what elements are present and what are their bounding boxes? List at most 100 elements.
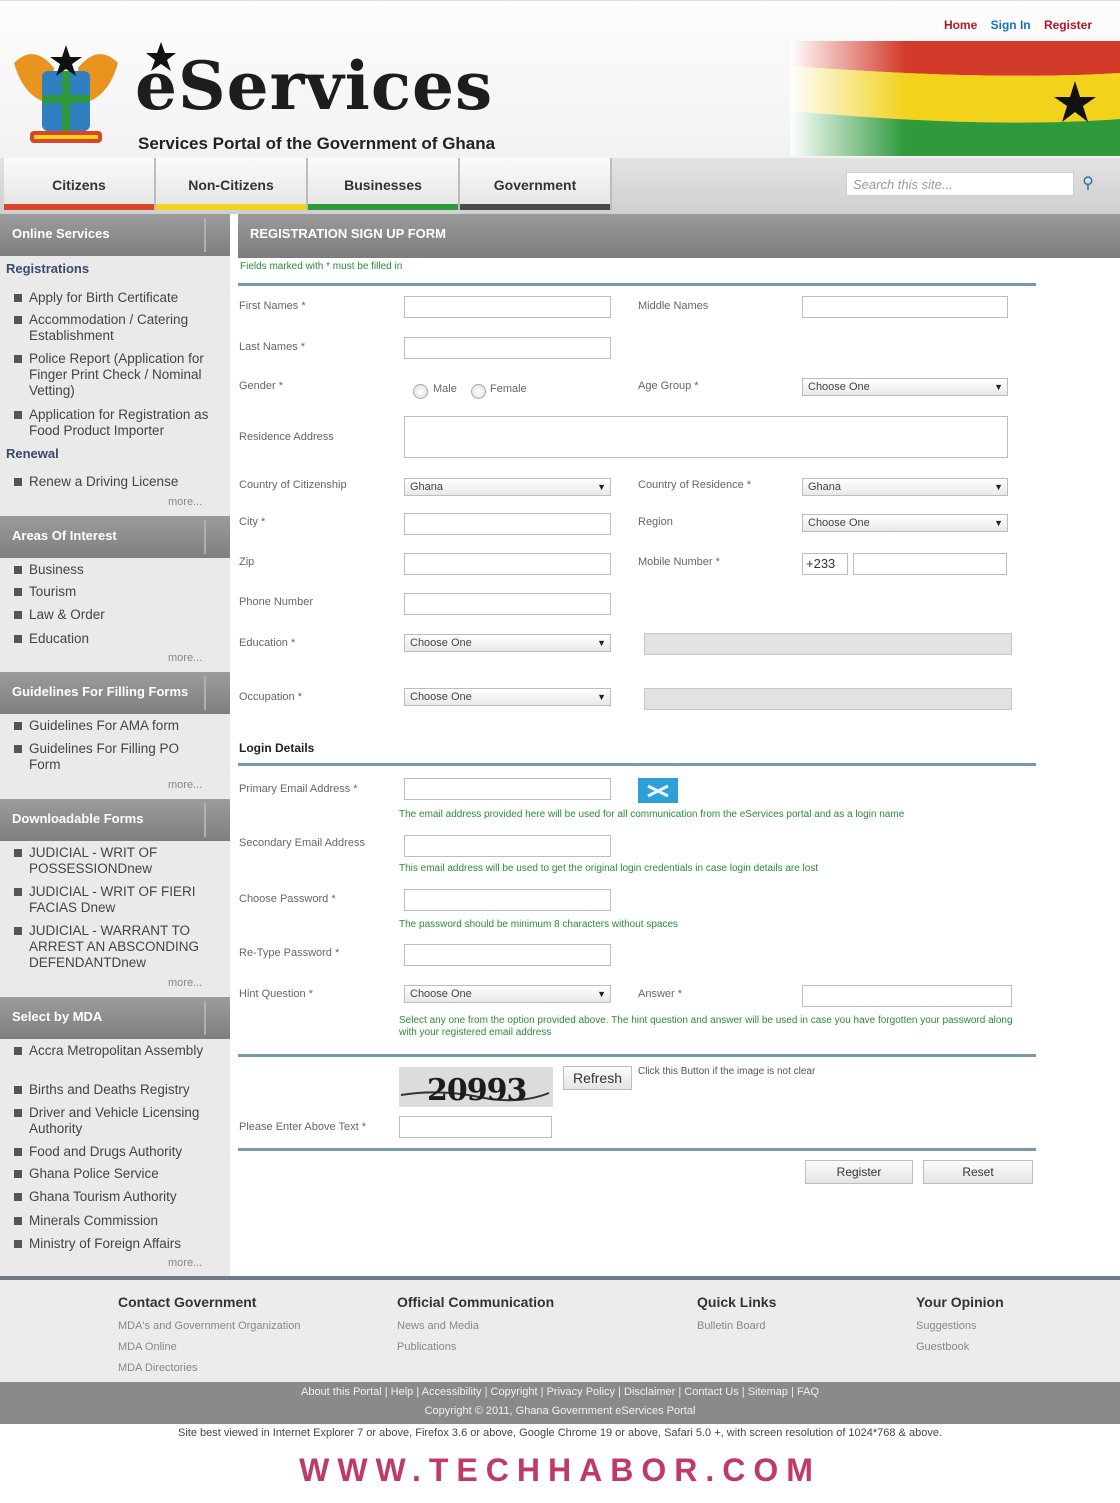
secondary-email-input[interactable] [404,835,611,857]
footer-link[interactable]: MDA Online [118,1341,177,1353]
captcha-input[interactable] [399,1116,552,1138]
site-subtitle: Services Portal of the Government of Gha… [138,134,496,153]
first-names-input[interactable] [404,296,611,318]
password-note: The password should be minimum 8 charact… [399,919,679,930]
retype-password-label: Re-Type Password * [239,947,340,959]
tab-non-citizens[interactable]: Non-Citizens [156,158,308,210]
answer-input[interactable] [802,985,1012,1007]
more-link[interactable]: more... [168,977,202,989]
sidebar-item-births-deaths[interactable]: Births and Deaths Registry [14,1082,214,1098]
education-other-input [644,633,1012,655]
more-link[interactable]: more... [168,652,202,664]
sidebar-item-warrant-arrest[interactable]: JUDICIAL - WARRANT TO ARREST AN ABSCONDI… [14,923,214,971]
sidebar-item-driving-license[interactable]: Renew a Driving License [14,474,214,490]
secondary-email-label: Secondary Email Address [239,837,365,849]
sidebar-item-dvla[interactable]: Driver and Vehicle Licensing Authority [14,1105,214,1137]
middle-names-input[interactable] [802,296,1008,318]
sidebar-item-police-report[interactable]: Police Report (Application for Finger Pr… [14,351,214,399]
sidebar-item-guidelines-ama[interactable]: Guidelines For AMA form [14,718,214,734]
mobile-number-input[interactable] [853,553,1007,575]
middle-names-label: Middle Names [638,300,709,312]
footer-link[interactable]: MDA Directories [118,1362,197,1374]
site-title: eServices [135,47,494,125]
age-group-select[interactable]: Choose One [802,378,1008,396]
sidebar-item-guidelines-po[interactable]: Guidelines For Filling PO Form [14,741,214,773]
primary-email-label: Primary Email Address * [239,783,358,795]
sidebar-item-education[interactable]: Education [14,631,214,647]
tab-businesses[interactable]: Businesses [308,158,460,210]
search-input[interactable]: Search this site... [846,172,1074,196]
footer-bar: About this Portal | Help | Accessibility… [0,1382,1120,1424]
sidebar-item-fda[interactable]: Food and Drugs Authority [14,1144,214,1160]
secondary-email-note: This email address will be used to get t… [399,863,819,874]
phone-number-input[interactable] [404,593,611,615]
sidebar-item-police[interactable]: Ghana Police Service [14,1166,214,1182]
female-radio[interactable] [471,384,486,399]
hint-note: Select any one from the option provided … [399,1015,1013,1038]
search-icon[interactable]: ⚲ [1076,172,1100,196]
more-link[interactable]: more... [168,1257,202,1269]
education-label: Education * [239,637,296,649]
login-details-heading: Login Details [239,741,315,755]
sidebar-heading-mda: Select by MDA [0,997,230,1039]
phone-number-label: Phone Number [239,596,313,608]
hint-question-select[interactable]: Choose One [404,985,611,1003]
occupation-label: Occupation * [239,691,302,703]
primary-email-note: The email address provided here will be … [399,809,905,820]
ghana-flag-image [790,41,1120,156]
sidebar-heading-online-services: Online Services [0,214,230,256]
refresh-button[interactable]: Refresh [563,1066,632,1090]
footer-link[interactable]: MDA's and Government Organization [118,1320,300,1332]
retype-password-input[interactable] [404,944,611,966]
sidebar-item-law-order[interactable]: Law & Order [14,607,214,623]
register-button[interactable]: Register [805,1160,913,1184]
residence-address-label: Residence Address [239,431,334,443]
sidebar-item-birth-certificate[interactable]: Apply for Birth Certificate [14,290,214,306]
city-input[interactable] [404,513,611,535]
footer-link[interactable]: Suggestions [916,1320,977,1332]
footer-contact-title: Contact Government [118,1294,257,1310]
education-select[interactable]: Choose One [404,634,611,652]
sidebar-item-tourism[interactable]: Tourism [14,584,214,600]
primary-email-input[interactable] [404,778,611,800]
sidebar-item-writ-fieri[interactable]: JUDICIAL - WRIT OF FIERI FACIAS Dnew [14,884,214,916]
sign-in-link[interactable]: Sign In [991,18,1031,32]
sidebar-item-writ-possession[interactable]: JUDICIAL - WRIT OF POSSESSIONDnew [14,845,214,877]
footer-bar-links[interactable]: About this Portal | Help | Accessibility… [0,1382,1120,1398]
occupation-other-input [644,688,1012,710]
footer-link[interactable]: Guestbook [916,1341,969,1353]
region-select[interactable]: Choose One [802,514,1008,532]
footer-link[interactable]: Bulletin Board [697,1320,766,1332]
home-link[interactable]: Home [944,18,977,32]
reset-button[interactable]: Reset [923,1160,1033,1184]
answer-label: Answer * [638,988,683,1000]
sidebar-item-accommodation[interactable]: Accommodation / Catering Establishment [14,312,214,344]
male-radio[interactable] [413,384,428,399]
sidebar-item-business[interactable]: Business [14,562,214,578]
country-residence-select[interactable]: Ghana [802,478,1008,496]
footer-link[interactable]: News and Media [397,1320,479,1332]
sidebar-item-foreign-affairs[interactable]: Ministry of Foreign Affairs [14,1236,214,1252]
choose-password-input[interactable] [404,889,611,911]
zip-input[interactable] [404,553,611,575]
divider [238,1148,1036,1151]
sidebar-item-minerals[interactable]: Minerals Commission [14,1213,214,1229]
more-link[interactable]: more... [168,779,202,791]
divider [238,763,1036,766]
sidebar-item-food-importer[interactable]: Application for Registration as Food Pro… [14,407,214,439]
tab-citizens[interactable]: Citizens [4,158,156,210]
occupation-select[interactable]: Choose One [404,688,611,706]
residence-address-textarea[interactable] [404,416,1008,458]
country-citizenship-select[interactable]: Ghana [404,478,611,496]
more-link[interactable]: more... [168,496,202,508]
sidebar-item-accra-metro[interactable]: Accra Metropolitan Assembly [14,1043,214,1059]
register-link[interactable]: Register [1044,18,1092,32]
tab-government[interactable]: Government [460,158,612,210]
sidebar-item-gta[interactable]: Ghana Tourism Authority [14,1189,214,1205]
mobile-prefix-input[interactable]: +233 [802,553,848,575]
footer-copyright: Copyright © 2011, Ghana Government eServ… [424,1405,696,1417]
check-availability-icon[interactable] [638,778,678,803]
footer-link[interactable]: Publications [397,1341,456,1353]
last-names-input[interactable] [404,337,611,359]
form-title: REGISTRATION SIGN UP FORM [238,214,1120,258]
